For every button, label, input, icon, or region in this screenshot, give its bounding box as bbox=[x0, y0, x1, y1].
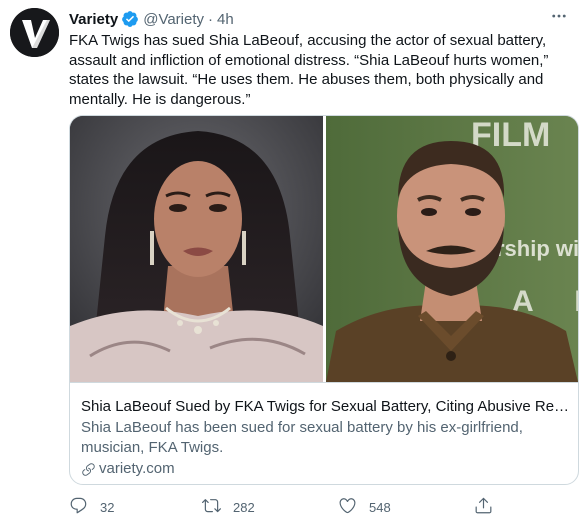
reply-count: 32 bbox=[100, 499, 115, 515]
card-meta: Shia LaBeouf Sued by FKA Twigs for Sexua… bbox=[70, 382, 578, 484]
retweet-icon bbox=[202, 496, 221, 518]
card-domain-text: variety.com bbox=[99, 460, 175, 477]
reply-button[interactable]: 32 bbox=[69, 495, 114, 519]
variety-logo bbox=[10, 8, 59, 57]
tweet-header: Variety @Variety · 4h bbox=[69, 8, 234, 30]
tweet[interactable]: Variety @Variety · 4h FKA Twigs has sued… bbox=[0, 0, 583, 531]
retweet-count: 282 bbox=[233, 499, 255, 515]
like-count: 548 bbox=[369, 499, 391, 515]
author-name[interactable]: Variety bbox=[69, 11, 118, 28]
card-photo-left bbox=[70, 116, 323, 382]
link-icon bbox=[81, 462, 96, 477]
author-handle[interactable]: @Variety bbox=[143, 11, 204, 28]
tweet-time[interactable]: 4h bbox=[217, 11, 234, 28]
card-title: Shia LaBeouf Sued by FKA Twigs for Sexua… bbox=[81, 398, 571, 415]
tweet-text: FKA Twigs has sued Shia LaBeouf, accusin… bbox=[69, 32, 549, 108]
link-card[interactable]: FILM rship wit A FAN bbox=[69, 115, 579, 485]
verified-badge-icon bbox=[121, 10, 139, 28]
like-button[interactable]: 548 bbox=[338, 495, 391, 519]
card-photo-right: FILM rship wit A FAN bbox=[326, 116, 578, 382]
retweet-button[interactable]: 282 bbox=[202, 495, 255, 519]
card-domain: variety.com bbox=[81, 459, 175, 479]
separator-dot: · bbox=[208, 10, 214, 28]
share-icon bbox=[474, 496, 493, 518]
card-images: FILM rship wit A FAN bbox=[70, 116, 578, 382]
backdrop-text-mid: rship wit bbox=[496, 236, 578, 261]
tweet-actions: 32 282 548 bbox=[69, 495, 499, 519]
avatar[interactable] bbox=[10, 8, 59, 57]
like-icon bbox=[338, 496, 357, 518]
reply-icon bbox=[69, 496, 88, 518]
share-button[interactable] bbox=[474, 495, 493, 519]
card-description: Shia LaBeouf has been sued for sexual ba… bbox=[81, 419, 523, 456]
more-icon[interactable] bbox=[547, 6, 571, 26]
